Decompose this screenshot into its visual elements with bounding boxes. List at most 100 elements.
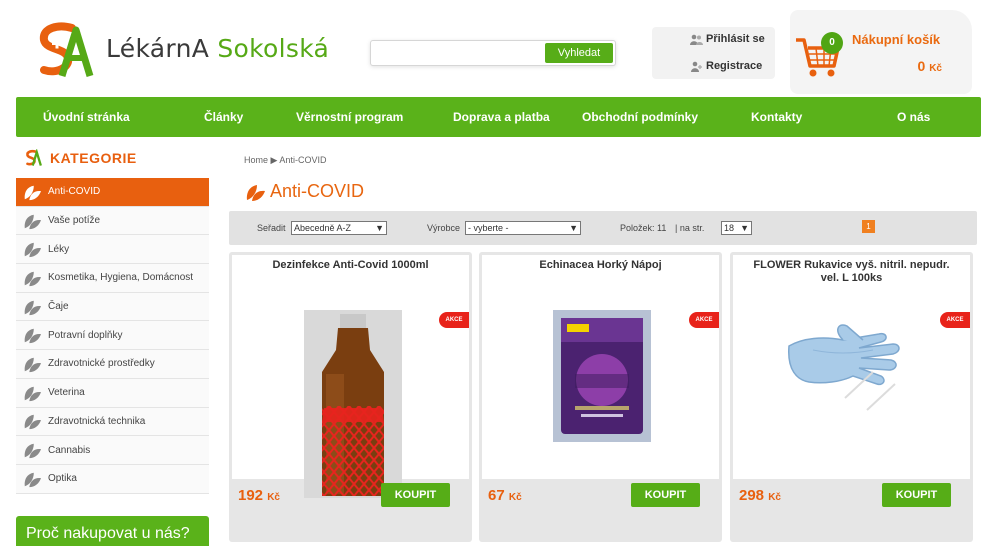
logo-text[interactable]: LékárnA Sokolská xyxy=(106,34,329,63)
product-image-glove[interactable] xyxy=(783,310,923,430)
leaf-icon xyxy=(24,443,41,459)
buy-button[interactable]: KOUPIT xyxy=(631,483,700,507)
nav-item-articles[interactable]: Články xyxy=(204,110,243,124)
leaf-icon xyxy=(24,386,41,401)
nav-item-terms[interactable]: Obchodní podmínky xyxy=(582,110,698,124)
breadcrumb[interactable]: Home ▶ Anti-COVID xyxy=(244,155,326,166)
sidebar-category-item[interactable]: Veterina xyxy=(16,378,209,408)
per-page-value: 18 xyxy=(724,223,735,233)
sort-value: Abecedně A-Z xyxy=(294,223,352,233)
nav-item-shipping[interactable]: Doprava a platba xyxy=(453,110,550,124)
register-link[interactable]: Registrace xyxy=(690,60,762,72)
sidebar-category-item[interactable]: Zdravotnická technika xyxy=(16,407,209,437)
cart-title: Nákupní košík xyxy=(852,32,941,47)
categories-header: KATEGORIE xyxy=(24,149,137,167)
sidebar-category-item[interactable]: Léky xyxy=(16,235,209,265)
sidebar-category-item[interactable]: Potravní doplňky xyxy=(16,321,209,351)
category-list: Anti-COVID Vaše potíže Léky Kosmetika, Hygi… xyxy=(16,178,209,494)
producer-label: Výrobce xyxy=(427,223,461,233)
search-button[interactable]: Vyhledat xyxy=(545,43,613,63)
sidebar-category-label: Čaje xyxy=(48,301,69,313)
product-card[interactable]: Echinacea Horký Nápoj AKCE 67 Kč KOUPIT xyxy=(479,252,722,542)
main-nav: Úvodní stránka Články Věrnostní program … xyxy=(16,97,981,137)
why-shop-box[interactable]: Proč nakupovat u nás? xyxy=(16,516,209,546)
product-card-body: Echinacea Horký Nápoj AKCE xyxy=(482,255,719,479)
nav-item-about[interactable]: O nás xyxy=(897,110,930,124)
cart-count-badge: 0 xyxy=(821,32,843,54)
cart-currency: Kč xyxy=(929,63,942,74)
logo-text-pre: LékárnA xyxy=(106,34,210,63)
sidebar-category-item[interactable]: Optika xyxy=(16,464,209,494)
logo-icon[interactable] xyxy=(32,22,94,78)
product-price: 192 Kč xyxy=(238,487,280,504)
price-value: 298 xyxy=(739,487,765,504)
sidebar-category-item[interactable]: Zdravotnické prostředky xyxy=(16,350,209,379)
leaf-icon xyxy=(24,185,41,200)
product-image-bottle[interactable] xyxy=(304,310,402,498)
leaf-icon xyxy=(24,357,41,373)
leaf-icon xyxy=(24,242,41,258)
sale-badge: AKCE xyxy=(940,312,970,328)
sort-select[interactable]: Abecedně A-Z ▼ xyxy=(291,221,387,235)
producer-select[interactable]: - vyberte - ▼ xyxy=(465,221,581,235)
sidebar-category-item[interactable]: Čaje xyxy=(16,292,209,322)
product-name[interactable]: Echinacea Horký Nápoj xyxy=(482,259,719,272)
per-page-select[interactable]: 18 ▼ xyxy=(721,221,752,235)
leaf-icon xyxy=(24,214,41,229)
sidebar-category-label: Anti-COVID xyxy=(48,186,101,198)
leaf-icon xyxy=(24,415,41,430)
chevron-down-icon: ▼ xyxy=(740,223,749,233)
nav-item-home[interactable]: Úvodní stránka xyxy=(43,110,130,124)
leaf-icon xyxy=(246,184,265,201)
register-label: Registrace xyxy=(706,60,763,72)
product-card[interactable]: Dezinfekce Anti-Covid 1000ml AKCE 192 Kč… xyxy=(229,252,472,542)
leaf-icon xyxy=(24,300,41,315)
price-currency: Kč xyxy=(267,492,280,503)
sidebar-category-label: Vaše potíže xyxy=(48,215,101,227)
cart-total-value: 0 xyxy=(917,58,926,74)
sidebar-category-item[interactable]: Cannabis xyxy=(16,436,209,465)
sidebar-category-item[interactable]: Vaše potíže xyxy=(16,206,209,236)
sidebar-category-label: Potravní doplňky xyxy=(48,329,123,341)
sidebar-category-label: Léky xyxy=(48,243,70,255)
buy-button[interactable]: KOUPIT xyxy=(381,483,450,507)
login-label: Přihlásit se xyxy=(706,33,765,45)
product-name[interactable]: Dezinfekce Anti-Covid 1000ml xyxy=(232,259,469,272)
nav-item-loyalty[interactable]: Věrnostní program xyxy=(296,110,403,124)
sale-badge: AKCE xyxy=(689,312,719,328)
product-name[interactable]: FLOWER Rukavice vyš. nitril. nepudr. vel… xyxy=(733,259,970,285)
sale-badge: AKCE xyxy=(439,312,469,328)
users-icon xyxy=(690,34,703,45)
producer-value: - vyberte - xyxy=(468,223,509,233)
sidebar-category-label: Zdravotnické prostředky xyxy=(48,358,155,370)
sort-label: Seřadit xyxy=(257,223,286,233)
product-image-sachet[interactable] xyxy=(553,310,651,442)
page-title-text: Anti-COVID xyxy=(270,181,365,201)
buy-button[interactable]: KOUPIT xyxy=(882,483,951,507)
logo-text-post: Sokolská xyxy=(209,34,330,63)
nav-item-contacts[interactable]: Kontakty xyxy=(751,110,802,124)
user-add-icon xyxy=(691,61,702,72)
login-link[interactable]: Přihlásit se xyxy=(690,33,765,45)
chevron-down-icon: ▼ xyxy=(375,223,384,233)
sidebar-category-item[interactable]: Kosmetika, Hygiena, Domácnost xyxy=(16,264,209,293)
product-card[interactable]: FLOWER Rukavice vyš. nitril. nepudr. vel… xyxy=(730,252,973,542)
page-title: Anti-COVID xyxy=(244,181,364,202)
sidebar-category-label: Optika xyxy=(48,473,77,485)
search-input[interactable] xyxy=(375,43,541,63)
leaf-icon xyxy=(24,271,41,287)
price-currency: Kč xyxy=(508,492,522,503)
sidebar-category-item[interactable]: Anti-COVID xyxy=(16,178,209,207)
chevron-down-icon: ▼ xyxy=(569,223,578,233)
search-box: Vyhledat xyxy=(370,40,616,66)
sidebar-category-label: Cannabis xyxy=(48,444,91,456)
price-currency: Kč xyxy=(768,492,781,503)
product-card-body: FLOWER Rukavice vyš. nitril. nepudr. vel… xyxy=(733,255,970,479)
per-page-label: | na str. xyxy=(675,223,705,233)
product-price: 298 Kč xyxy=(739,487,781,504)
pagination-page-1[interactable]: 1 xyxy=(862,220,875,233)
leaf-icon xyxy=(24,328,41,344)
price-value: 67 xyxy=(488,487,505,504)
cart-widget[interactable]: 0 Nákupní košík 0 Kč xyxy=(790,10,972,94)
item-count: Položek: 11 xyxy=(620,223,667,233)
